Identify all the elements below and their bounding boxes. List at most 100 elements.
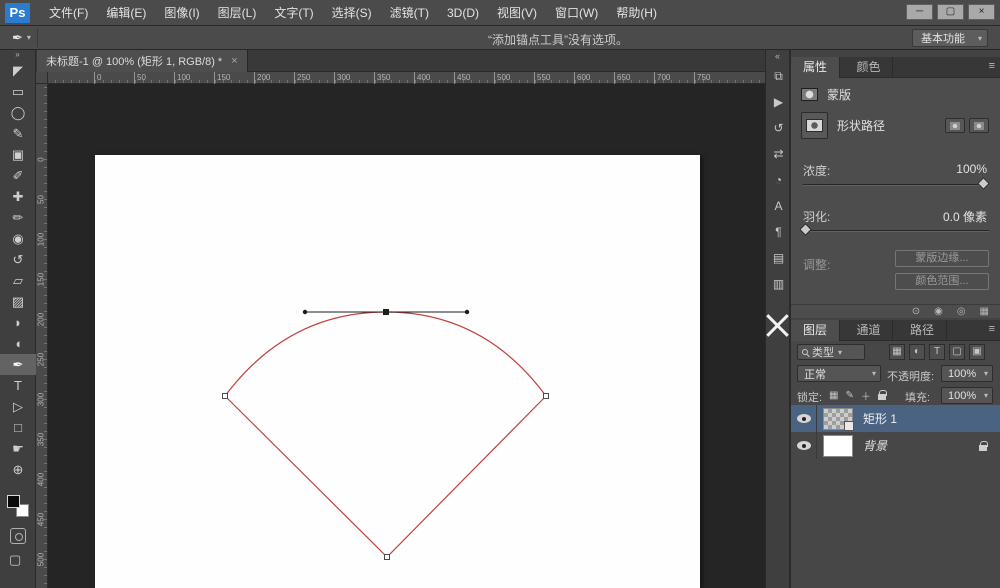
tab-channels[interactable]: 通道 [844, 320, 894, 341]
styles-panel-icon[interactable]: ▥ [766, 271, 791, 297]
screen-mode-icon[interactable]: ▢ [9, 552, 21, 568]
menu-type[interactable]: 文字(T) [265, 0, 322, 26]
opacity-select[interactable]: 100% ▾ [941, 365, 993, 382]
vector-mask-thumbnail-icon[interactable] [801, 112, 828, 139]
filter-type-layers-icon[interactable]: T [929, 344, 945, 360]
feather-slider-thumb[interactable] [799, 223, 812, 236]
color-range-button[interactable]: 颜色范围... [895, 273, 989, 290]
layer-thumbnail[interactable] [823, 407, 854, 431]
quick-selection-tool[interactable]: ✎ [0, 123, 36, 144]
mask-edge-button[interactable]: 蒙版边缘... [895, 250, 989, 267]
layer-row-rectangle-1[interactable]: 矩形 1 [791, 405, 1000, 432]
type-tool[interactable]: T [0, 375, 36, 396]
eye-icon[interactable] [796, 414, 811, 423]
panel-menu-icon[interactable]: ≡ [989, 323, 995, 335]
clone-stamp-tool[interactable]: ◉ [0, 228, 36, 249]
dodge-tool[interactable]: ◖ [0, 333, 36, 354]
tab-color[interactable]: 颜色 [844, 57, 894, 78]
filter-pixel-layers-icon[interactable]: ▦ [889, 344, 905, 360]
path-selection-tool[interactable]: ▷ [0, 396, 36, 417]
shape-tool[interactable]: □ [0, 417, 36, 438]
add-vector-mask-icon[interactable] [969, 118, 989, 133]
feather-slider-track[interactable] [803, 230, 989, 232]
menu-layer[interactable]: 图层(L) [209, 0, 266, 26]
lasso-tool[interactable]: ◯ [0, 102, 36, 123]
clone-source-panel-icon[interactable]: ⇄ [766, 141, 791, 167]
load-mask-selection-icon[interactable]: ⊙ [912, 306, 920, 318]
minimize-button[interactable]: ─ [906, 4, 933, 20]
hand-tool[interactable]: ☛ [0, 438, 36, 459]
layer-thumbnail[interactable] [823, 434, 853, 457]
layer-filter-kind-dropdown[interactable]: 类型 ▾ [797, 344, 865, 360]
toolbar-collapse-icon[interactable]: » [0, 50, 35, 60]
workspace-switcher-button[interactable]: 基本功能 ▾ [912, 29, 988, 47]
zoom-tool[interactable]: ⊕ [0, 459, 36, 480]
menu-image[interactable]: 图像(I) [155, 0, 208, 26]
menu-window[interactable]: 窗口(W) [546, 0, 607, 26]
menu-edit[interactable]: 编辑(E) [97, 0, 155, 26]
lock-transparency-icon[interactable]: ▦ [829, 390, 838, 401]
filter-smart-objects-icon[interactable]: ▣ [969, 344, 985, 360]
eye-icon[interactable] [796, 441, 811, 450]
delete-mask-icon[interactable]: ▦ [980, 306, 989, 318]
expand-panels-icon[interactable]: « [766, 50, 789, 63]
layer-name[interactable]: 矩形 1 [863, 410, 897, 427]
lock-all-icon[interactable] [877, 390, 887, 400]
timeline-panel-icon[interactable]: ◔ [766, 167, 791, 193]
menu-view[interactable]: 视图(V) [488, 0, 546, 26]
density-slider-thumb[interactable] [977, 177, 990, 190]
tab-paths[interactable]: 路径 [898, 320, 947, 341]
layer-name[interactable]: 背景 [863, 437, 887, 454]
blur-tool[interactable]: ◗ [0, 312, 36, 333]
quick-mask-mode-icon[interactable] [10, 528, 26, 544]
layer-visibility-cell[interactable] [791, 432, 817, 459]
history-panel-icon[interactable]: ↺ [766, 115, 791, 141]
blend-mode-select[interactable]: 正常 ▾ [797, 365, 881, 382]
character-panel-icon[interactable]: A [766, 193, 791, 219]
history-brush-tool[interactable]: ↺ [0, 249, 36, 270]
density-value[interactable]: 100% [956, 162, 987, 176]
restore-button[interactable]: ▢ [937, 4, 964, 20]
move-tool[interactable]: ◤ [0, 60, 36, 81]
marquee-tool[interactable]: ▭ [0, 81, 36, 102]
tool-preset-picker[interactable]: ✒ ▾ [6, 28, 38, 47]
healing-brush-tool[interactable]: ✚ [0, 186, 36, 207]
density-slider-track[interactable] [803, 184, 989, 186]
foreground-color-swatch[interactable] [7, 495, 20, 508]
enable-mask-icon[interactable]: ◎ [957, 306, 966, 318]
eyedropper-tool[interactable]: ✐ [0, 165, 36, 186]
tab-properties[interactable]: 属性 [791, 57, 841, 78]
menu-help[interactable]: 帮助(H) [607, 0, 666, 26]
filter-shape-layers-icon[interactable]: ▢ [949, 344, 965, 360]
brush-presets-panel-icon[interactable]: ▤ [766, 245, 791, 271]
pen-tool[interactable]: ✒ [0, 354, 36, 375]
feather-value[interactable]: 0.0 像素 [943, 208, 987, 225]
color-swatches[interactable] [7, 495, 31, 519]
menu-3d[interactable]: 3D(D) [438, 0, 488, 26]
filter-adjustment-layers-icon[interactable]: ◐ [909, 344, 925, 360]
document-canvas[interactable] [95, 155, 700, 588]
tab-layers[interactable]: 图层 [791, 320, 841, 341]
paragraph-panel-icon[interactable]: ¶ [766, 219, 791, 245]
close-button[interactable]: × [968, 4, 995, 20]
eraser-tool[interactable]: ▱ [0, 270, 36, 291]
fill-select[interactable]: 100% ▾ [941, 387, 993, 404]
menu-filter[interactable]: 滤镜(T) [381, 0, 438, 26]
layer-row-background[interactable]: 背景 [791, 432, 1000, 459]
menu-file[interactable]: 文件(F) [40, 0, 97, 26]
canvas-pasteboard[interactable] [48, 84, 765, 588]
document-tab[interactable]: 未标题-1 @ 100% (矩形 1, RGB/8) * × [37, 50, 248, 72]
lock-pixels-icon[interactable]: ✎ [845, 390, 853, 401]
info-panel-icon[interactable]: ⧉ [766, 63, 791, 89]
add-pixel-mask-icon[interactable] [945, 118, 965, 133]
panel-menu-icon[interactable]: ≡ [989, 60, 995, 72]
menu-select[interactable]: 选择(S) [323, 0, 381, 26]
crop-tool[interactable]: ▣ [0, 144, 36, 165]
apply-mask-icon[interactable]: ◉ [934, 306, 943, 318]
document-tab-close-icon[interactable]: × [231, 55, 237, 67]
actions-panel-icon[interactable]: ▶ [766, 89, 791, 115]
gradient-tool[interactable]: ▨ [0, 291, 36, 312]
lock-position-icon[interactable]: ＋ [861, 388, 871, 403]
layer-visibility-cell[interactable] [791, 405, 817, 432]
brush-tool[interactable]: ✏ [0, 207, 36, 228]
